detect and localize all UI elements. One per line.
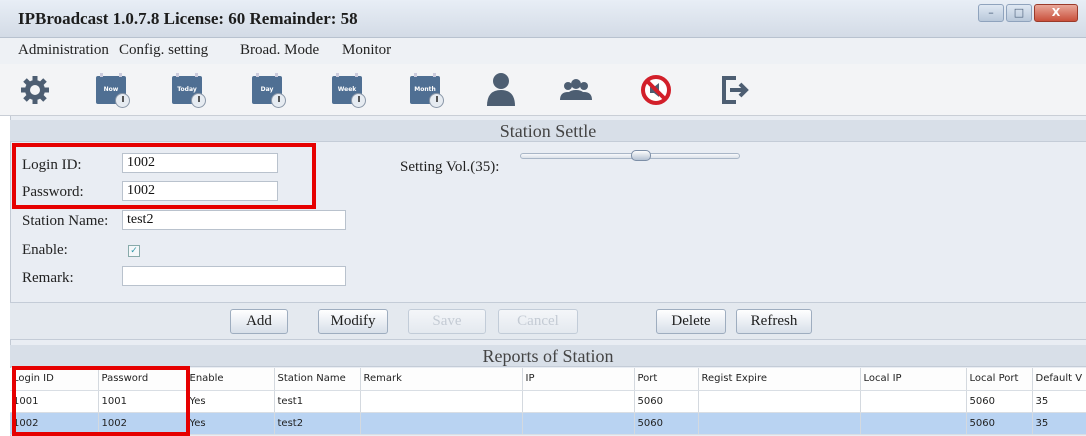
gear-icon[interactable]: [18, 70, 60, 110]
menu-config-setting[interactable]: Config. setting: [119, 42, 208, 59]
table-row-selected[interactable]: 1002 1002 Yes test2 5060 5060 35: [10, 412, 1086, 435]
mute-icon[interactable]: [638, 70, 680, 110]
add-button[interactable]: Add: [230, 309, 288, 334]
table-cell: [698, 412, 861, 435]
remark-field[interactable]: [122, 266, 346, 286]
station-name-label: Station Name:: [22, 213, 109, 229]
calendar-month-icon[interactable]: Month: [406, 70, 448, 110]
station-settle-header: Station Settle: [10, 120, 1086, 142]
reports-table: Login ID Password Enable Station Name Re…: [10, 368, 1086, 435]
table-header-row: Login ID Password Enable Station Name Re…: [10, 368, 1086, 391]
table-cell: 5060: [634, 390, 699, 413]
table-cell: test1: [274, 390, 361, 413]
menu-broad-mode[interactable]: Broad. Mode: [240, 42, 319, 59]
table-cell: [522, 412, 635, 435]
table-cell: [698, 390, 861, 413]
window-title: IPBroadcast 1.0.7.8 License: 60 Remainde…: [18, 9, 358, 28]
column-header[interactable]: Local IP: [860, 368, 967, 391]
table-cell: 5060: [966, 412, 1033, 435]
station-name-field[interactable]: test2: [122, 210, 346, 230]
exit-icon[interactable]: [716, 70, 758, 110]
window-controls: – □ X: [978, 4, 1078, 22]
column-header[interactable]: Default V: [1032, 368, 1086, 391]
table-cell: 35: [1032, 390, 1086, 413]
table-cell: 5060: [966, 390, 1033, 413]
menu-bar: Administration Config. setting Broad. Mo…: [0, 38, 1086, 64]
column-header[interactable]: Enable: [186, 368, 275, 391]
calendar-today-icon[interactable]: Today: [168, 70, 210, 110]
maximize-button[interactable]: □: [1006, 4, 1032, 22]
table-cell: 1002: [98, 412, 187, 435]
save-button[interactable]: Save: [408, 309, 486, 334]
table-cell: [522, 390, 635, 413]
calendar-week-icon[interactable]: Week: [328, 70, 370, 110]
enable-label: Enable:: [22, 242, 68, 258]
column-header[interactable]: Login ID: [10, 368, 99, 391]
calendar-label: Now: [103, 86, 119, 93]
password-field[interactable]: 1002: [122, 181, 278, 201]
table-cell: 5060: [634, 412, 699, 435]
table-cell: [360, 412, 523, 435]
column-header[interactable]: Port: [634, 368, 699, 391]
close-button[interactable]: X: [1034, 4, 1078, 22]
column-header[interactable]: Password: [98, 368, 187, 391]
users-group-icon[interactable]: [556, 70, 598, 110]
table-cell: Yes: [186, 390, 275, 413]
delete-button[interactable]: Delete: [656, 309, 726, 334]
volume-slider-handle[interactable]: [631, 150, 651, 161]
table-cell: 1002: [10, 412, 99, 435]
modify-button[interactable]: Modify: [318, 309, 388, 334]
title-bar: IPBroadcast 1.0.7.8 License: 60 Remainde…: [0, 0, 1086, 38]
table-cell: [860, 412, 967, 435]
menu-administration[interactable]: Administration: [18, 42, 109, 59]
column-header[interactable]: Local Port: [966, 368, 1033, 391]
table-cell: 35: [1032, 412, 1086, 435]
minimize-button[interactable]: –: [978, 4, 1004, 22]
refresh-button[interactable]: Refresh: [736, 309, 812, 334]
cancel-button[interactable]: Cancel: [498, 309, 578, 334]
table-cell: [860, 390, 967, 413]
remark-label: Remark:: [22, 270, 74, 286]
volume-slider[interactable]: [520, 153, 740, 159]
calendar-label: Month: [414, 86, 436, 93]
table-cell: 1001: [98, 390, 187, 413]
password-label: Password:: [22, 184, 84, 200]
calendar-label: Day: [260, 86, 274, 93]
user-icon[interactable]: [484, 70, 526, 110]
table-cell: [360, 390, 523, 413]
enable-checkbox[interactable]: ✓: [128, 245, 140, 257]
table-cell: Yes: [186, 412, 275, 435]
login-id-field[interactable]: 1002: [122, 153, 278, 173]
column-header[interactable]: Station Name: [274, 368, 361, 391]
table-row[interactable]: 1001 1001 Yes test1 5060 5060 35: [10, 390, 1086, 413]
table-cell: 1001: [10, 390, 99, 413]
calendar-now-icon[interactable]: Now: [92, 70, 134, 110]
reports-header: Reports of Station: [10, 345, 1086, 367]
login-id-label: Login ID:: [22, 157, 82, 173]
toolbar: Now Today Day Week Month: [0, 64, 1086, 116]
volume-label: Setting Vol.(35):: [400, 159, 500, 175]
column-header[interactable]: IP: [522, 368, 635, 391]
menu-monitor[interactable]: Monitor: [342, 42, 391, 59]
column-header[interactable]: Remark: [360, 368, 523, 391]
column-header[interactable]: Regist Expire: [698, 368, 861, 391]
table-cell: test2: [274, 412, 361, 435]
calendar-label: Today: [177, 86, 197, 93]
calendar-day-icon[interactable]: Day: [248, 70, 290, 110]
calendar-label: Week: [337, 86, 357, 93]
